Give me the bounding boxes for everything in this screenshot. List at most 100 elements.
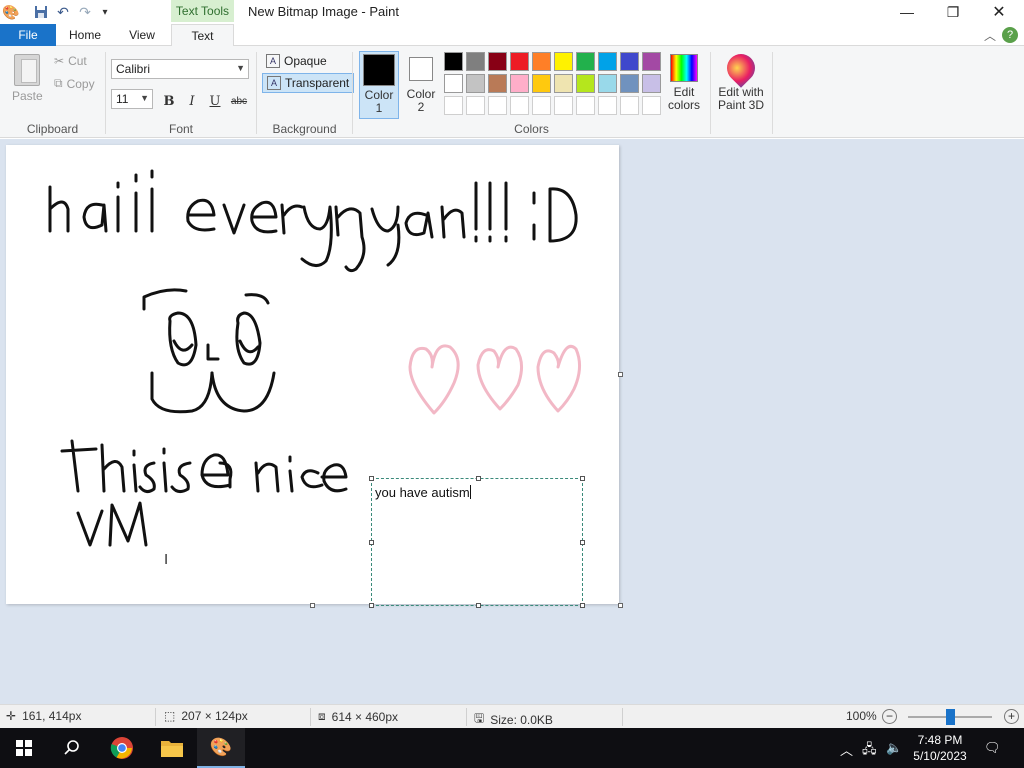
chrome-taskbar-button[interactable]	[98, 728, 146, 768]
redo-icon[interactable]: ↷	[76, 3, 94, 21]
opaque-button[interactable]: A Opaque	[262, 51, 331, 71]
resize-handle[interactable]	[369, 540, 374, 545]
palette-color-swatch[interactable]	[532, 52, 551, 71]
selection-size: ⬚ 207 × 124px	[164, 709, 248, 723]
palette-color-swatch[interactable]	[510, 74, 529, 93]
palette-color-swatch[interactable]	[598, 52, 617, 71]
resize-handle[interactable]	[476, 603, 481, 608]
palette-color-swatch[interactable]	[532, 96, 551, 115]
palette-color-swatch[interactable]	[642, 52, 661, 71]
palette-color-swatch[interactable]	[510, 96, 529, 115]
edit-with-paint3d-button[interactable]: Edit with Paint 3D	[716, 48, 766, 112]
underline-button[interactable]: U	[205, 91, 225, 111]
transparent-button[interactable]: A Transparent	[262, 73, 355, 93]
palette-color-swatch[interactable]	[466, 96, 485, 115]
folder-icon	[161, 741, 183, 757]
customize-quick-access-icon[interactable]: ▾	[96, 3, 114, 21]
volume-icon[interactable]: 🔈	[886, 740, 902, 756]
help-icon[interactable]: ?	[1002, 27, 1018, 43]
copy-button[interactable]: ⧉ Copy	[54, 76, 95, 91]
paste-icon[interactable]	[14, 54, 40, 86]
cut-button[interactable]: ✂ Cut	[54, 54, 87, 68]
image-size-icon: ⧈	[318, 709, 326, 723]
divider	[622, 708, 623, 726]
palette-color-swatch[interactable]	[620, 96, 639, 115]
canvas-resize-handle-corner[interactable]	[618, 603, 623, 608]
zoom-in-button[interactable]: +	[1004, 709, 1019, 724]
drawing-canvas[interactable]: you have autism I	[6, 145, 619, 608]
search-button[interactable]	[48, 728, 96, 768]
canvas-workspace: you have autism I	[0, 139, 1024, 704]
palette-color-swatch[interactable]	[444, 96, 463, 115]
palette-color-swatch[interactable]	[510, 52, 529, 71]
tab-home[interactable]: Home	[60, 24, 110, 46]
minimize-button[interactable]: —	[884, 0, 930, 24]
background-group-label: Background	[272, 122, 337, 136]
paint-taskbar-button[interactable]: 🎨	[197, 728, 245, 768]
paint-icon: 🎨	[209, 736, 233, 757]
palette-color-swatch[interactable]	[532, 74, 551, 93]
start-button[interactable]	[0, 728, 48, 768]
paste-button[interactable]: Paste	[12, 89, 43, 103]
edit-colors-button[interactable]: Edit colors	[666, 52, 702, 112]
divider	[710, 52, 711, 134]
resize-handle[interactable]	[369, 603, 374, 608]
color2-button[interactable]: Color 2	[401, 51, 441, 119]
text-box[interactable]: you have autism	[369, 476, 585, 608]
tab-file[interactable]: File	[0, 24, 56, 46]
close-button[interactable]: ✕	[976, 0, 1022, 24]
font-size-select[interactable]: 11 ▼	[111, 89, 153, 109]
clock[interactable]: 7:48 PM 5/10/2023	[912, 732, 968, 764]
palette-color-swatch[interactable]	[576, 96, 595, 115]
rainbow-icon	[670, 54, 698, 82]
zoom-out-button[interactable]: −	[882, 709, 897, 724]
action-center-icon[interactable]: 🗨	[984, 740, 1001, 756]
paint-app-icon[interactable]: 🎨	[2, 3, 20, 21]
palette-color-swatch[interactable]	[554, 52, 573, 71]
save-icon[interactable]	[32, 3, 50, 21]
palette-color-swatch[interactable]	[598, 74, 617, 93]
palette-color-swatch[interactable]	[620, 52, 639, 71]
resize-handle[interactable]	[580, 540, 585, 545]
text-tools-contextual-tab: Text Tools	[171, 0, 234, 22]
file-explorer-taskbar-button[interactable]	[148, 728, 196, 768]
strikethrough-button[interactable]: abc	[228, 91, 250, 111]
palette-color-swatch[interactable]	[466, 74, 485, 93]
zoom-slider-thumb[interactable]	[946, 709, 955, 725]
status-bar: ✛ 161, 414px ⬚ 207 × 124px ⧈ 614 × 460px 🖫 S…	[0, 704, 1024, 728]
palette-color-swatch[interactable]	[642, 96, 661, 115]
color1-button[interactable]: Color 1	[359, 51, 399, 119]
show-hidden-icons[interactable]: ︿	[840, 740, 853, 759]
palette-color-swatch[interactable]	[444, 74, 463, 93]
undo-icon[interactable]: ↶	[54, 3, 72, 21]
palette-color-swatch[interactable]	[444, 52, 463, 71]
tab-view[interactable]: View	[117, 24, 167, 46]
palette-color-swatch[interactable]	[554, 96, 573, 115]
resize-handle[interactable]	[580, 603, 585, 608]
italic-button[interactable]: I	[182, 91, 202, 111]
restore-button[interactable]: ❐	[930, 0, 976, 24]
color-palette	[444, 52, 661, 115]
resize-handle[interactable]	[369, 476, 374, 481]
palette-color-swatch[interactable]	[488, 74, 507, 93]
bold-button[interactable]: B	[159, 91, 179, 111]
palette-color-swatch[interactable]	[620, 74, 639, 93]
palette-color-swatch[interactable]	[488, 96, 507, 115]
collapse-ribbon-icon[interactable]: ︿	[984, 27, 996, 44]
palette-color-swatch[interactable]	[466, 52, 485, 71]
network-icon[interactable]: 🖧	[862, 740, 877, 762]
text-box-content[interactable]: you have autism	[375, 485, 471, 500]
font-family-select[interactable]: Calibri ▼	[111, 59, 249, 79]
palette-color-swatch[interactable]	[488, 52, 507, 71]
resize-handle[interactable]	[580, 476, 585, 481]
palette-color-swatch[interactable]	[576, 74, 595, 93]
palette-color-swatch[interactable]	[576, 52, 595, 71]
palette-color-swatch[interactable]	[642, 74, 661, 93]
canvas-resize-handle-right[interactable]	[618, 372, 623, 377]
palette-color-swatch[interactable]	[554, 74, 573, 93]
opaque-icon: A	[266, 54, 280, 68]
resize-handle[interactable]	[476, 476, 481, 481]
canvas-resize-handle-bottom[interactable]	[310, 603, 315, 608]
palette-color-swatch[interactable]	[598, 96, 617, 115]
tab-text[interactable]: Text	[171, 24, 234, 47]
